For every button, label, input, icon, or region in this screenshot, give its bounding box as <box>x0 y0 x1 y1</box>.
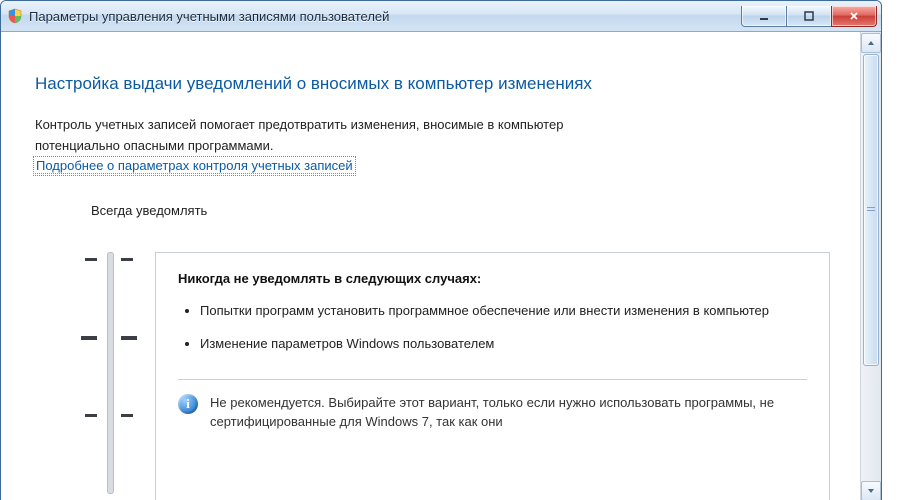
slider-tick-icon <box>85 414 97 417</box>
scroll-thumb[interactable] <box>863 54 879 366</box>
intro-text-line1: Контроль учетных записей помогает предот… <box>35 116 830 135</box>
content: Настройка выдачи уведомлений о вносимых … <box>1 32 860 500</box>
help-link[interactable]: Подробнее о параметрах контроля учетных … <box>35 158 354 174</box>
shield-icon <box>7 8 23 24</box>
description-bullet: Попытки программ установить программное … <box>200 302 807 321</box>
window-title: Параметры управления учетными записями п… <box>29 9 741 24</box>
close-button[interactable] <box>831 6 877 27</box>
page-heading: Настройка выдачи уведомлений о вносимых … <box>35 74 830 94</box>
notification-slider[interactable] <box>35 252 145 256</box>
title-bar[interactable]: Параметры управления учетными записями п… <box>1 1 881 32</box>
maximize-button[interactable] <box>787 6 831 27</box>
description-bullet: Изменение параметров Windows пользовател… <box>200 335 807 354</box>
slider-tick-icon <box>81 336 97 340</box>
intro-text-line2: потенциально опасными программами. <box>35 137 830 156</box>
recommendation-text: Не рекомендуется. Выбирайте этот вариант… <box>210 394 807 432</box>
uac-settings-window: Параметры управления учетными записями п… <box>0 0 882 500</box>
slider-block: Никогда не уведомлять в следующих случая… <box>35 252 830 500</box>
slider-top-label: Всегда уведомлять <box>91 203 830 218</box>
recommendation-row: i Не рекомендуется. Выбирайте этот вариа… <box>178 379 807 432</box>
scroll-down-button[interactable] <box>861 481 881 500</box>
slider-tick-icon <box>121 414 133 417</box>
client-area: Настройка выдачи уведомлений о вносимых … <box>1 32 881 500</box>
info-icon: i <box>178 394 198 414</box>
slider-tick-icon <box>121 336 137 340</box>
window-controls <box>741 6 877 27</box>
description-list: Попытки программ установить программное … <box>178 302 807 354</box>
minimize-button[interactable] <box>741 6 787 27</box>
slider-tick-icon <box>121 258 133 261</box>
scroll-up-button[interactable] <box>861 33 881 53</box>
slider-tick-icon <box>85 258 97 261</box>
scroll-track[interactable] <box>861 54 881 480</box>
description-panel: Никогда не уведомлять в следующих случая… <box>155 252 830 500</box>
vertical-scrollbar[interactable] <box>860 32 881 500</box>
description-title: Никогда не уведомлять в следующих случая… <box>178 271 807 286</box>
slider-track <box>107 252 114 494</box>
